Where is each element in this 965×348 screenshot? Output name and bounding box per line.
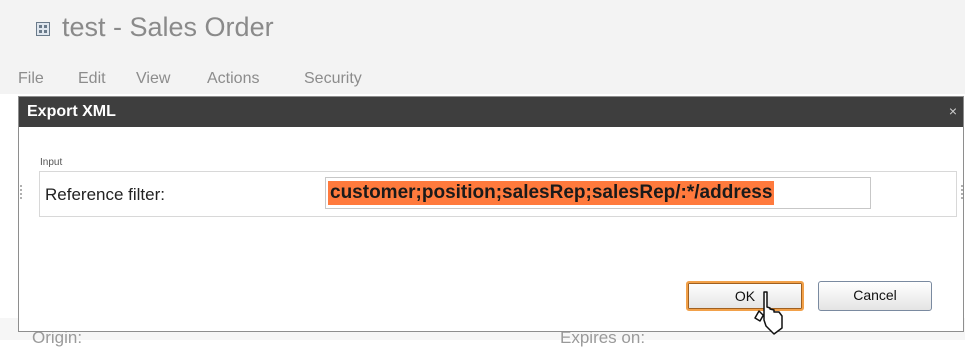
cancel-button[interactable]: Cancel xyxy=(818,281,932,311)
input-group: Reference filter: customer;position;sale… xyxy=(39,171,957,217)
dialog-title: Export XML xyxy=(27,103,116,120)
menu-actions[interactable]: Actions xyxy=(207,70,259,88)
resize-grip-left[interactable] xyxy=(20,185,22,201)
menu-bar: File Edit View Actions Security xyxy=(0,62,965,94)
app-title: test - Sales Order xyxy=(62,12,274,42)
dialog-titlebar[interactable]: Export XML × xyxy=(19,97,963,127)
mouse-pointer-icon xyxy=(754,291,783,335)
menu-file[interactable]: File xyxy=(18,70,44,88)
menu-edit[interactable]: Edit xyxy=(78,70,106,88)
app-title-bar: test - Sales Order xyxy=(0,0,965,62)
close-icon[interactable]: × xyxy=(949,103,957,119)
reference-filter-label: Reference filter: xyxy=(45,185,165,204)
menu-view[interactable]: View xyxy=(136,70,170,88)
reference-filter-value: customer;position;salesRep;salesRep/:*/a… xyxy=(328,181,775,205)
resize-grip-right[interactable] xyxy=(961,185,963,201)
reference-filter-input[interactable]: customer;position;salesRep;salesRep/:*/a… xyxy=(325,177,871,209)
form-icon xyxy=(36,22,50,36)
input-group-label: Input xyxy=(40,157,63,168)
ok-button[interactable]: OK xyxy=(686,281,804,311)
menu-security[interactable]: Security xyxy=(304,70,362,88)
